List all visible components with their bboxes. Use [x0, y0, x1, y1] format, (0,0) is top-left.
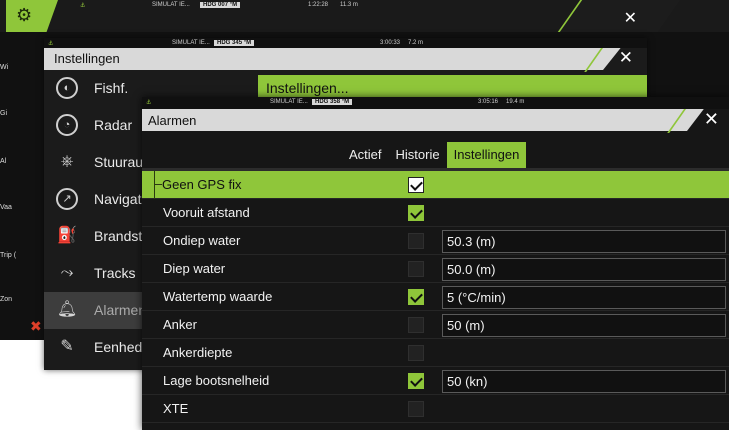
front-status-hdg: HDG 358 °M	[312, 99, 353, 105]
menu-item-label: Fishf.	[94, 80, 129, 96]
alarm-name: Anker	[163, 317, 197, 332]
back-status-time: 1:22:28	[308, 2, 329, 8]
bell-icon: 🔔︎	[56, 301, 78, 318]
alarm-name: Lage bootsnelheid	[163, 373, 270, 388]
front-status-bar: ⚓ SIMULAT IE... HDG 358 °M 3:05:16 19.4 …	[142, 97, 729, 109]
back-side-label: Wi	[0, 64, 9, 71]
mid-status-time: 3:00:33	[380, 40, 401, 46]
back-side-label: Vaa	[0, 204, 12, 211]
back-side-label: Zon	[0, 296, 13, 303]
tab-historie[interactable]: Historie	[389, 142, 447, 168]
settings-title: Instellingen	[44, 48, 647, 70]
alarm-value-field[interactable]: 50 (m)	[442, 314, 726, 337]
alarm-checkbox[interactable]	[408, 177, 424, 193]
alarm-row-xte[interactable]: XTE	[142, 395, 729, 423]
alarm-value-field[interactable]: 50 (kn)	[442, 370, 726, 393]
menu-item-label: Radar	[94, 117, 133, 133]
back-status-bar: ⚓ SIMULAT IE... HDG 007 °M 1:22:28 11.3 …	[60, 0, 549, 12]
hdg-value: 358 °M	[330, 99, 350, 105]
radar-icon: ◔	[56, 114, 78, 136]
fish-icon: ◐	[56, 77, 78, 99]
fuel-icon: ⛽	[57, 227, 77, 244]
alarm-value-field[interactable]: 50.0 (m)	[442, 258, 726, 281]
back-close-button[interactable]: ✕	[624, 8, 637, 28]
anchor-icon: ⚓	[48, 41, 54, 47]
hdg-label: HDG	[203, 2, 217, 8]
tracks-icon: ⤳	[60, 264, 74, 281]
tab-instellingen[interactable]: Instellingen	[446, 142, 527, 168]
anchor-icon: ⚓	[80, 3, 86, 9]
settings-close-button[interactable]: ✕	[619, 48, 633, 68]
alarms-close-button[interactable]: ✕	[704, 109, 719, 130]
back-side-label: Gi	[0, 110, 7, 117]
alarm-checkbox[interactable]	[408, 373, 424, 389]
front-status-sim: SIMULAT IE...	[270, 99, 308, 105]
alarm-row-ankerdiepte[interactable]: Ankerdiepte	[142, 339, 729, 367]
alarm-checkbox[interactable]	[408, 261, 424, 277]
anchor-icon: ⚓	[146, 100, 152, 106]
back-side-label: Trip (	[0, 252, 17, 259]
alarm-row-lage-bootsnelheid[interactable]: Lage bootsnelheid 50 (kn)	[142, 367, 729, 395]
alarm-row-ondiep-water[interactable]: Ondiep water 50.3 (m)	[142, 227, 729, 255]
alarm-tabs: Actief Historie Instellingen	[342, 142, 527, 168]
alarm-row-geen-gps-fix[interactable]: Geen GPS fix	[142, 171, 729, 199]
back-status-sim: SIMULAT IE...	[152, 2, 190, 8]
tab-actief[interactable]: Actief	[342, 142, 389, 168]
alarm-checkbox[interactable]	[408, 401, 424, 417]
alarm-name: Ondiep water	[163, 233, 241, 248]
alarm-checkbox[interactable]	[408, 233, 424, 249]
tree-line	[154, 171, 155, 199]
alarm-row-vooruit-afstand[interactable]: Vooruit afstand	[142, 199, 729, 227]
front-status-time: 3:05:16	[478, 99, 499, 105]
alarm-checkbox[interactable]	[408, 317, 424, 333]
alarm-name: Geen GPS fix	[162, 177, 242, 192]
alarm-name: Diep water	[163, 261, 226, 276]
mid-status-bar: ⚓ SIMULAT IE... HDG 345 °M 3:00:33 7.2 m	[44, 38, 647, 48]
alarm-name: Ankerdiepte	[163, 345, 233, 360]
alarms-window: ⚓ SIMULAT IE... HDG 358 °M 3:05:16 19.4 …	[142, 97, 729, 430]
mid-status-sim: SIMULAT IE...	[172, 40, 210, 46]
hdg-value: 007 °M	[218, 2, 238, 8]
gear-icon: ⚙	[16, 5, 33, 25]
alarm-value-field[interactable]: 50.3 (m)	[442, 230, 726, 253]
alarm-row-diep-water[interactable]: Diep water 50.0 (m)	[142, 255, 729, 283]
front-status-dist: 19.4 m	[506, 99, 525, 105]
back-status-hdg: HDG 007 °M	[200, 2, 241, 8]
alarm-row-watertemp-waarde[interactable]: Watertemp waarde 5 (°C/min)	[142, 283, 729, 311]
menu-item-label: Alarmen	[94, 302, 147, 318]
steering-wheel-icon: ⎈	[60, 153, 74, 170]
alarm-name: Vooruit afstand	[163, 205, 250, 220]
alarm-name: XTE	[163, 401, 189, 416]
hdg-label: HDG	[217, 40, 231, 46]
hdg-value: 345 °M	[232, 40, 252, 46]
mid-status-hdg: HDG 345 °M	[214, 40, 255, 46]
back-status-dist: 11.3 m	[340, 2, 358, 8]
tree-line	[154, 184, 162, 185]
pencil-icon: ✎	[60, 338, 74, 355]
alarm-value-field[interactable]: 5 (°C/min)	[442, 286, 726, 309]
menu-item-label: Stuuraut	[94, 154, 147, 170]
alarm-checkbox[interactable]	[408, 345, 424, 361]
menu-item-label: Tracks	[94, 265, 136, 281]
cancel-icon[interactable]: ✖	[30, 318, 42, 335]
alarm-checkbox[interactable]	[408, 289, 424, 305]
alarm-name: Watertemp waarde	[163, 289, 273, 304]
alarm-row-anker[interactable]: Anker 50 (m)	[142, 311, 729, 339]
compass-icon: ↗	[56, 188, 78, 210]
back-side-label: Al	[0, 158, 7, 165]
mid-status-dist: 7.2 m	[408, 40, 424, 46]
alarms-title: Alarmen	[142, 109, 729, 131]
hdg-label: HDG	[315, 99, 329, 105]
alarm-checkbox[interactable]	[408, 205, 424, 221]
